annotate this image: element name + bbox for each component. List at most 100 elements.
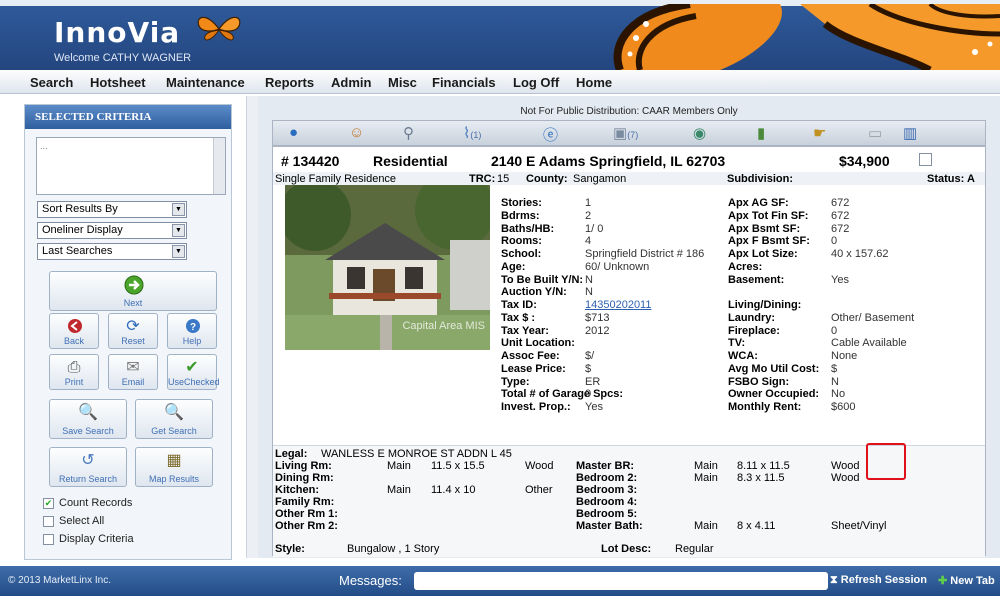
count-records-checkbox[interactable]: ✔ Count Records [43, 497, 132, 509]
legal-label: Legal: [275, 448, 308, 460]
messages-label: Messages: [339, 573, 402, 588]
detail-value: None [831, 350, 858, 362]
chevron-down-icon[interactable]: ▼ [172, 203, 185, 216]
agent-icon[interactable]: ☺ [349, 124, 364, 141]
hand-pointer-icon[interactable]: ☛ [813, 124, 826, 142]
select-all-checkbox[interactable]: Select All [43, 515, 104, 527]
browser-icon[interactable]: ⓔ [543, 124, 558, 145]
messages-field[interactable] [414, 572, 828, 590]
room-size: 11.4 x 10 [431, 484, 476, 496]
print-button[interactable]: ⎙ Print [49, 354, 99, 390]
refresh-session-button[interactable]: ⧗ Refresh Session [830, 574, 927, 587]
status-label: Status: [927, 173, 965, 185]
detail-label: Tax $ : [501, 311, 536, 324]
save-search-icon: 🔍 [78, 404, 98, 421]
attachment-icon[interactable]: ⌇(1) [463, 124, 481, 142]
next-arrow-icon [124, 275, 144, 295]
property-photo[interactable]: Capital Area MIS [285, 185, 490, 350]
detail-label: Fireplace: [728, 324, 780, 337]
globe-icon[interactable]: ● [289, 124, 298, 141]
return-search-button[interactable]: ↺ Return Search [49, 447, 127, 487]
menu-reports[interactable]: Reports [265, 75, 314, 90]
detail-label: Apx Tot Fin SF: [728, 209, 809, 222]
splitter-scrollbar[interactable] [246, 96, 258, 558]
use-checked-button[interactable]: ✔ UseChecked [167, 354, 220, 390]
email-button[interactable]: ✉ Email [108, 354, 158, 390]
style-label: Style: [275, 543, 305, 555]
checkbox-checked[interactable]: ✔ [43, 497, 54, 509]
app-header: InnoVia Welcome CATHY WAGNER [0, 0, 1000, 70]
detail-label: Stories: [501, 197, 542, 209]
email-label: Email [121, 377, 145, 387]
chart-icon[interactable]: ▥ [903, 124, 917, 142]
selected-criteria-panel: SELECTED CRITERIA ... Sort Results By ▼ … [24, 104, 232, 560]
detail-label: WCA: [728, 350, 758, 362]
room-level: Main [387, 484, 411, 496]
room-floor: Wood [831, 460, 860, 472]
room-floor: Wood [831, 472, 860, 484]
get-search-icon: 🔍 [164, 404, 184, 421]
envelope-icon: ✉ [126, 359, 140, 376]
menu-misc[interactable]: Misc [388, 75, 417, 90]
detail-label: School: [501, 248, 542, 260]
menu-financials[interactable]: Financials [432, 75, 496, 90]
detail-label: Living/Dining: [728, 299, 802, 311]
criteria-textarea[interactable]: ... [36, 137, 226, 195]
sort-results-select[interactable]: Sort Results By ▼ [37, 201, 187, 218]
detail-value: Yes [831, 273, 849, 286]
listing-card: # 134420 Residential 2140 E Adams Spring… [272, 146, 986, 557]
menu-hotsheet[interactable]: Hotsheet [90, 75, 146, 90]
chevron-down-icon[interactable]: ▼ [172, 224, 185, 237]
tax-id-link[interactable]: 14350202011 [585, 299, 651, 311]
detail-label: Monthly Rent: [728, 401, 802, 413]
criteria-scrollbar[interactable] [213, 138, 225, 194]
checkbox-unchecked[interactable] [43, 515, 54, 527]
room-label: Master BR: [576, 460, 635, 472]
listing-area: Not For Public Distribution: CAAR Member… [258, 96, 1000, 558]
camera-icon[interactable]: ▣(7) [613, 124, 638, 142]
svg-text:?: ? [190, 322, 196, 333]
chevron-down-icon[interactable]: ▼ [172, 245, 185, 258]
detail-label: Baths/HB: [501, 222, 555, 235]
room-floor: Wood [525, 460, 554, 472]
last-searches-select[interactable]: Last Searches ▼ [37, 243, 187, 260]
detail-label: To Be Built Y/N: [501, 273, 584, 286]
menu-log-off[interactable]: Log Off [513, 75, 559, 90]
refresh-session-label: Refresh Session [840, 574, 927, 586]
print-icon[interactable]: ▭ [868, 124, 882, 142]
menu-home[interactable]: Home [576, 75, 612, 90]
back-icon [68, 319, 82, 333]
help-button[interactable]: ? Help [167, 313, 217, 349]
checkmark-icon: ✔ [185, 359, 199, 376]
reset-button[interactable]: ⟳ Reset [108, 313, 158, 349]
detail-label: Tax Year: [501, 324, 549, 337]
room-label: Kitchen: [275, 484, 319, 496]
map-pin-icon[interactable]: ◉ [693, 124, 706, 142]
detail-value: N [585, 273, 593, 286]
room-label: Other Rm 1: [275, 508, 338, 520]
highlight-annotation [866, 443, 906, 480]
phone-icon[interactable]: ▮ [757, 124, 765, 142]
detail-label: Total # of Garage Spcs: [501, 388, 624, 401]
detail-value: $713 [585, 311, 610, 324]
menu-maintenance[interactable]: Maintenance [166, 75, 245, 90]
back-button[interactable]: Back [49, 313, 99, 349]
menu-search[interactable]: Search [30, 75, 73, 90]
display-criteria-checkbox[interactable]: Display Criteria [43, 533, 134, 545]
display-select[interactable]: Oneliner Display ▼ [37, 222, 187, 239]
room-label: Master Bath: [576, 520, 643, 532]
get-search-button[interactable]: 🔍 Get Search [135, 399, 213, 439]
checkbox-unchecked[interactable] [43, 533, 54, 545]
map-results-button[interactable]: ▦ Map Results [135, 447, 213, 487]
next-button[interactable]: Next [49, 271, 217, 311]
detail-value: $ [831, 362, 838, 375]
new-tab-button[interactable]: ✚ New Tab [938, 574, 995, 587]
room-label: Bedroom 5: [576, 508, 638, 520]
menu-admin[interactable]: Admin [331, 75, 371, 90]
welcome-text: Welcome CATHY WAGNER [54, 52, 192, 64]
listing-select-checkbox[interactable] [919, 153, 932, 166]
save-search-label: Save Search [62, 426, 114, 436]
directions-icon[interactable]: ⚲ [403, 124, 414, 142]
save-search-button[interactable]: 🔍 Save Search [49, 399, 127, 439]
detail-label: Avg Mo Util Cost: [728, 362, 820, 375]
